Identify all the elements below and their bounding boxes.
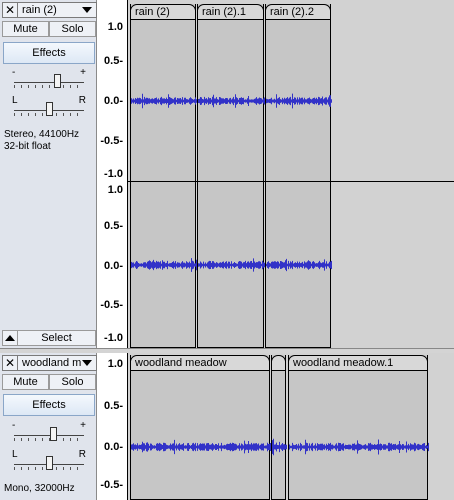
pan-slider[interactable]: L R [10,95,88,120]
gain-plus-label: + [80,420,86,431]
ruler-label: -0.5- [100,299,123,311]
waveform [289,439,429,455]
ruler-label: -1.0 [104,332,123,344]
effects-button[interactable]: Effects [3,394,95,416]
waveform [272,438,287,456]
chevron-down-icon [82,7,92,13]
ruler-label: 0.0- [104,441,123,453]
audio-clip[interactable] [271,355,287,500]
ruler-label: -1.0 [104,168,123,180]
audio-clip[interactable]: rain (2).1 [197,4,265,348]
waveform [131,93,197,272]
track-rain: ✕ rain (2) Mute Solo Effects - + L R Ste… [0,0,454,348]
close-icon[interactable]: ✕ [2,2,18,18]
track-control-panel: ✕ woodland m Mute Solo Effects - + L R M… [0,353,97,500]
track-name: woodland m [22,357,82,369]
ruler-label: 0.0- [104,260,123,272]
close-icon[interactable]: ✕ [2,355,18,371]
ruler-label: 0.5- [104,400,123,412]
gain-slider-thumb[interactable] [54,74,61,88]
gain-slider[interactable]: - + [10,420,88,445]
pan-left-label: L [12,449,18,460]
gain-minus-label: - [12,420,16,431]
audio-clip[interactable]: woodland meadow.1 [288,355,429,500]
ruler-label: 0.5- [104,220,123,232]
track-format-info: Mono, 32000Hz [4,483,75,494]
pan-right-label: R [78,449,86,460]
pan-right-label: R [78,95,86,106]
effects-button[interactable]: Effects [3,42,95,64]
pan-slider-thumb[interactable] [46,102,53,116]
solo-button[interactable]: Solo [49,374,96,390]
ruler-label: -0.5- [100,479,123,491]
audio-clip[interactable]: rain (2) [130,4,197,348]
pan-slider-thumb[interactable] [46,456,53,470]
track-control-panel: ✕ rain (2) Mute Solo Effects - + L R Ste… [0,0,97,348]
ruler-label: 1.0 [107,21,123,33]
ruler-label: 1.0 [107,184,123,196]
chevron-down-icon [82,360,92,366]
track-name-menu[interactable]: rain (2) [18,2,97,18]
vertical-ruler: 1.0 0.5- 0.0- -0.5- -1.0 1.0 0.5- 0.0- -… [97,0,128,348]
ruler-label: 1.0 [107,358,123,370]
ruler-label: 0.5- [104,55,123,67]
audio-clip[interactable]: woodland meadow [130,355,271,500]
vertical-ruler: 1.0 0.5- 0.0- -0.5- [97,353,128,500]
ruler-label: -0.5- [100,135,123,147]
pan-slider[interactable]: L R [10,449,88,474]
track-woodland: ✕ woodland m Mute Solo Effects - + L R M… [0,353,454,500]
waveform [131,439,271,455]
waveform [198,94,265,272]
track-name-menu[interactable]: woodland m [18,355,97,371]
pan-left-label: L [12,95,18,106]
waveform [266,93,332,272]
gain-minus-label: - [12,67,16,78]
track-sample-format: 32-bit float [4,141,51,152]
solo-button[interactable]: Solo [49,21,96,37]
gain-slider-thumb[interactable] [50,427,57,441]
gain-plus-label: + [80,67,86,78]
ruler-label: 0.0- [104,95,123,107]
select-button[interactable]: Select [18,330,96,346]
track-format-info: Stereo, 44100Hz [4,129,80,140]
audio-clip[interactable]: rain (2).2 [265,4,332,348]
channel-divider [128,181,454,182]
waveform-area[interactable]: rain (2) rain (2).1 rain (2).2 [128,0,454,348]
collapse-up-icon[interactable] [2,330,18,346]
track-name: rain (2) [22,4,57,16]
gain-slider[interactable]: - + [10,67,88,92]
waveform-area[interactable]: woodland meadow woodland meadow.1 [128,353,454,500]
mute-button[interactable]: Mute [2,21,49,37]
mute-button[interactable]: Mute [2,374,49,390]
